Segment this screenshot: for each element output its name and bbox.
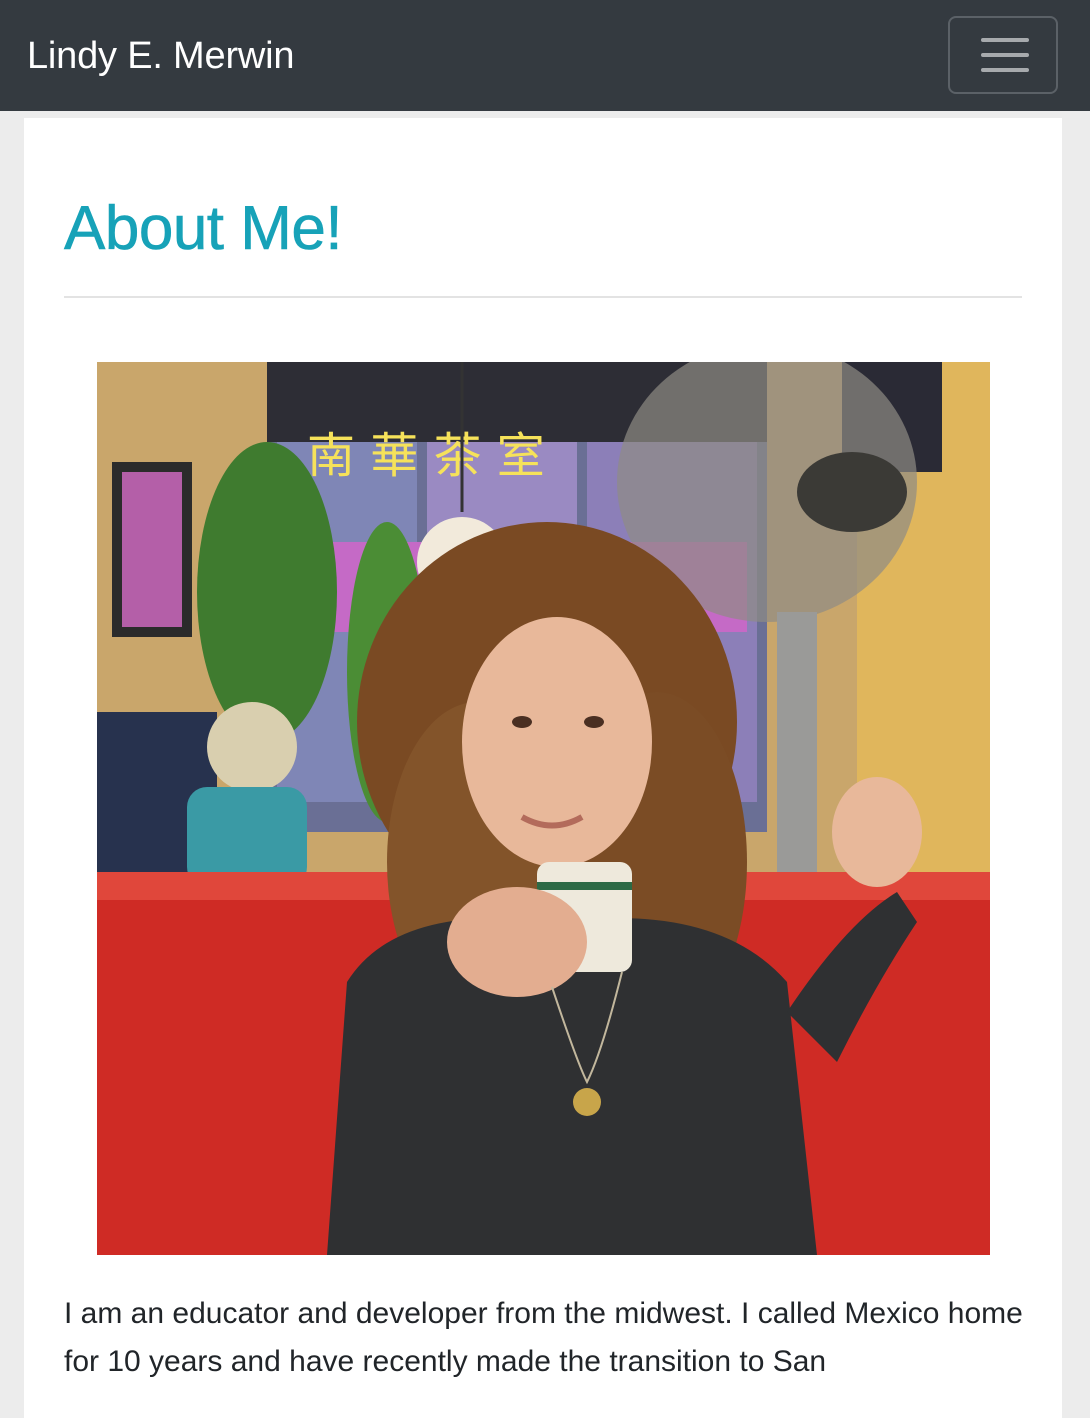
hamburger-menu-icon bbox=[981, 38, 1029, 42]
top-navbar: Lindy E. Merwin bbox=[0, 0, 1090, 111]
bio-paragraph: I am an educator and developer from the … bbox=[64, 1297, 1023, 1378]
hamburger-menu-icon-bar bbox=[981, 68, 1029, 72]
hamburger-menu-icon-bar bbox=[981, 53, 1029, 57]
navbar-toggle-button[interactable] bbox=[948, 16, 1058, 94]
profile-photo: 南 華 茶 室 bbox=[97, 362, 990, 1255]
about-card: About Me! 南 華 茶 室 I am an educator and d… bbox=[24, 118, 1062, 1418]
brand-link[interactable]: Lindy E. Merwin bbox=[27, 32, 295, 80]
svg-text:南 華 茶 室: 南 華 茶 室 bbox=[307, 428, 545, 484]
page-title: About Me! bbox=[64, 194, 343, 264]
divider bbox=[64, 296, 1022, 298]
